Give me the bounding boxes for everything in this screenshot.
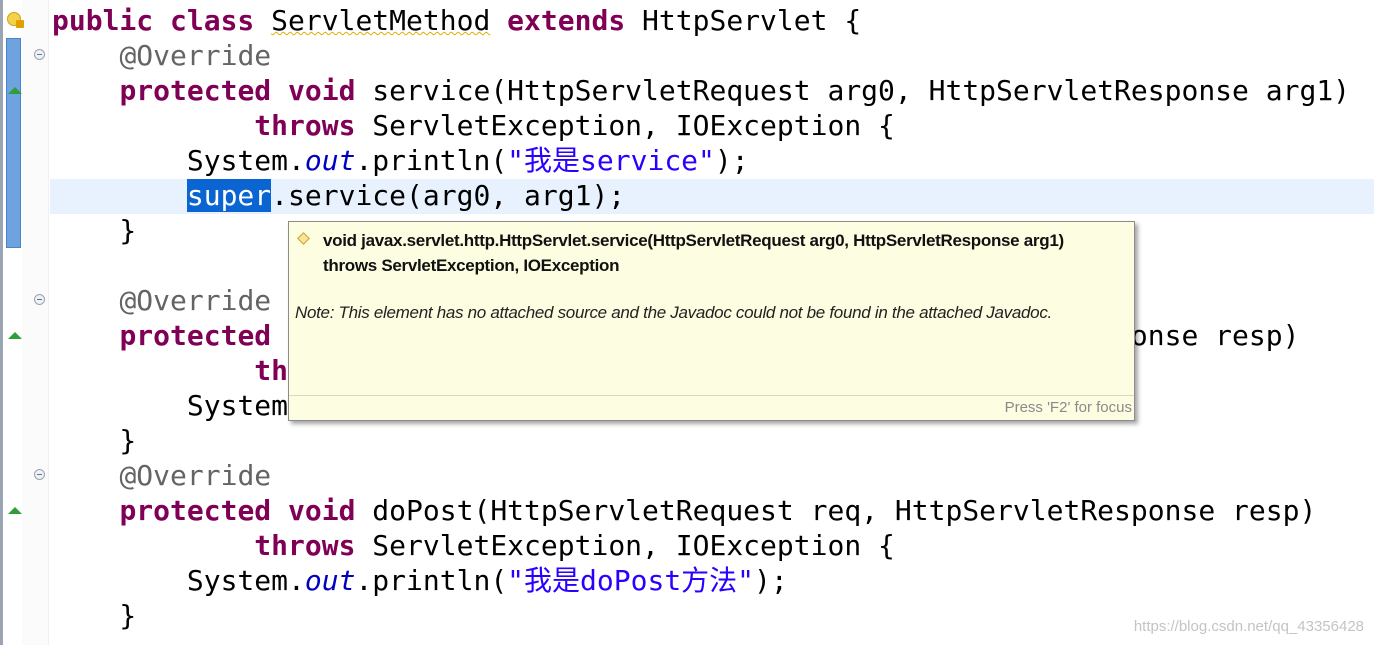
code-token: "我是service"	[507, 144, 715, 177]
code-token: public class	[52, 4, 272, 37]
code-token: protected void	[119, 494, 356, 527]
override-marker-icon[interactable]	[8, 87, 22, 94]
code-token: @Override	[119, 39, 272, 72]
code-token: .println(	[355, 144, 508, 177]
code-token: "我是doPost方法"	[507, 564, 755, 597]
code-token: ServletException, IOException {	[355, 529, 895, 562]
javadoc-note: Note: This element has no attached sourc…	[295, 303, 1052, 322]
code-token: }	[52, 214, 137, 247]
code-token: protected void	[119, 74, 356, 107]
code-token: HttpServlet {	[625, 4, 862, 37]
code-line[interactable]: }	[52, 423, 1350, 458]
code-token: );	[754, 564, 788, 597]
code-line[interactable]: protected void service(HttpServletReques…	[52, 73, 1350, 108]
warning-lightbulb-icon[interactable]	[7, 12, 24, 28]
code-line[interactable]: System.out.println("我是service");	[52, 143, 1350, 178]
code-line[interactable]: protected void doPost(HttpServletRequest…	[52, 493, 1350, 528]
code-token: @Override	[119, 459, 272, 492]
code-token: );	[714, 144, 749, 177]
code-token: @Override	[119, 284, 272, 317]
code-line[interactable]: public class ServletMethod extends HttpS…	[52, 3, 1350, 38]
code-token: extends	[507, 4, 626, 37]
watermark: https://blog.csdn.net/qq_43356428	[1133, 618, 1364, 635]
code-token: System.	[52, 389, 305, 422]
code-token: service(HttpServletRequest arg0, HttpSer…	[355, 74, 1351, 107]
javadoc-hover-tooltip[interactable]: void javax.servlet.http.HttpServlet.serv…	[288, 221, 1135, 421]
code-token: ServletException, IOException {	[355, 109, 895, 142]
method-icon	[297, 232, 310, 245]
override-marker-icon[interactable]	[8, 507, 22, 514]
override-marker-icon[interactable]	[8, 332, 22, 339]
code-token: doPost(HttpServletRequest req, HttpServl…	[355, 494, 1317, 527]
code-token: ServletMethod	[271, 4, 491, 37]
fold-collapse-icon[interactable]	[34, 469, 45, 480]
code-token: throws	[254, 109, 356, 142]
method-signature: void javax.servlet.http.HttpServlet.serv…	[323, 231, 1064, 275]
window-edge	[0, 0, 3, 645]
code-line[interactable]: @Override	[52, 458, 1350, 493]
code-token: out	[304, 144, 356, 177]
code-token: }	[52, 599, 137, 632]
code-token: out	[304, 564, 356, 597]
code-line[interactable]: super.service(arg0, arg1);	[52, 178, 1350, 213]
fold-collapse-icon[interactable]	[34, 294, 45, 305]
code-line[interactable]: System.out.println("我是doPost方法");	[52, 563, 1350, 598]
tooltip-footer: Press 'F2' for focus	[289, 395, 1134, 420]
fold-collapse-icon[interactable]	[34, 49, 45, 60]
code-token: }	[52, 424, 137, 457]
code-line[interactable]: throws ServletException, IOException {	[52, 528, 1350, 563]
code-token: .println(	[355, 564, 508, 597]
focus-hint: Press 'F2' for focus	[1004, 399, 1132, 416]
editor-gutter	[22, 0, 49, 645]
code-token: .service(arg0, arg1);	[271, 179, 626, 212]
code-token: throws	[254, 529, 356, 562]
code-line[interactable]: throws ServletException, IOException {	[52, 108, 1350, 143]
code-line[interactable]: @Override	[52, 38, 1350, 73]
code-token: super	[186, 179, 272, 212]
code-token: System.	[52, 564, 305, 597]
overview-ruler-range[interactable]	[6, 38, 21, 248]
code-token: System.	[52, 144, 305, 177]
